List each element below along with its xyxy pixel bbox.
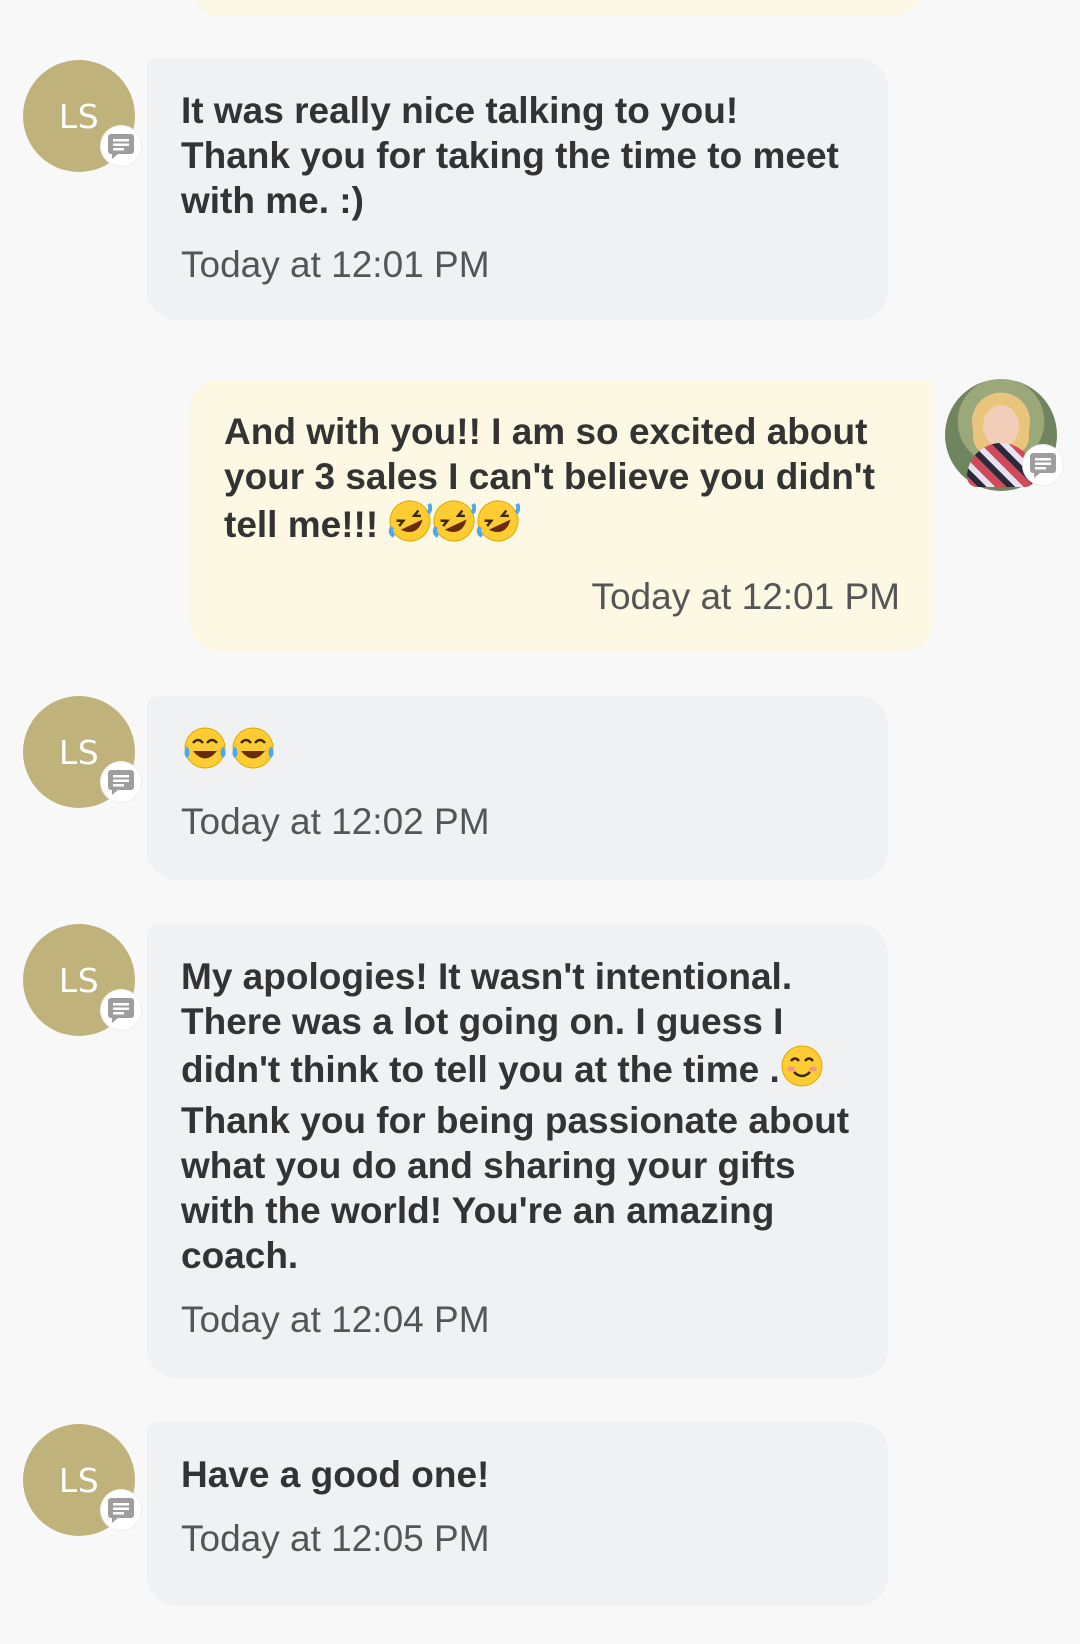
avatar[interactable]: LS (23, 60, 141, 172)
rolling-laughing-emoji-icon (388, 499, 433, 553)
message-text: It was really nice talking to you! Thank… (181, 90, 850, 221)
chat-badge-icon (1023, 445, 1063, 485)
message-text: Have a good one! (181, 1454, 490, 1495)
message-bubble[interactable]: Today at 12:02 PM (147, 696, 888, 880)
rolling-laughing-emoji-icon (476, 499, 521, 553)
avatar[interactable]: LS (23, 924, 141, 1036)
message-timestamp: Today at 12:02 PM (181, 801, 490, 842)
chat-badge-icon (101, 1490, 141, 1530)
chat-badge-icon (101, 990, 141, 1030)
message-bubble[interactable]: It was really nice talking to you! Thank… (147, 58, 888, 320)
message-timestamp: Today at 12:01 PM (181, 244, 490, 285)
avatar[interactable]: LS (23, 1424, 141, 1536)
message-text: My apologies! It wasn't intentional. The… (181, 954, 854, 1278)
chat-badge-icon (101, 126, 141, 166)
message-bubble[interactable]: Have a good one! Today at 12:05 PM (147, 1422, 888, 1606)
message-bubble[interactable]: My apologies! It wasn't intentional. The… (147, 924, 888, 1378)
message-timestamp: Today at 12:05 PM (181, 1518, 490, 1559)
message-text-part: Thank you for being passionate about wha… (181, 1100, 860, 1276)
avatar-initials: LS (58, 96, 100, 136)
message-text-part: My apologies! It wasn't intentional. The… (181, 956, 803, 1090)
chat-badge-icon (101, 762, 141, 802)
previous-message-bubble (192, 0, 922, 16)
avatar[interactable] (945, 379, 1063, 491)
avatar-initials: LS (58, 732, 100, 772)
avatar-initials: LS (58, 960, 100, 1000)
avatar[interactable]: LS (23, 696, 141, 808)
message-text: And with you!! I am so excited about you… (224, 409, 900, 553)
message-bubble[interactable]: And with you!! I am so excited about you… (190, 379, 934, 651)
message-timestamp: Today at 12:04 PM (181, 1299, 490, 1340)
smiling-face-emoji-icon (780, 1044, 824, 1098)
message-timestamp: Today at 12:01 PM (591, 576, 900, 617)
message-text-body: And with you!! I am so excited about you… (224, 411, 886, 545)
message-text (181, 726, 854, 780)
rolling-laughing-emoji-icon (432, 499, 477, 553)
tears-of-joy-emoji-icon (181, 726, 229, 780)
tears-of-joy-emoji-icon (229, 726, 277, 780)
avatar-initials: LS (58, 1460, 100, 1500)
